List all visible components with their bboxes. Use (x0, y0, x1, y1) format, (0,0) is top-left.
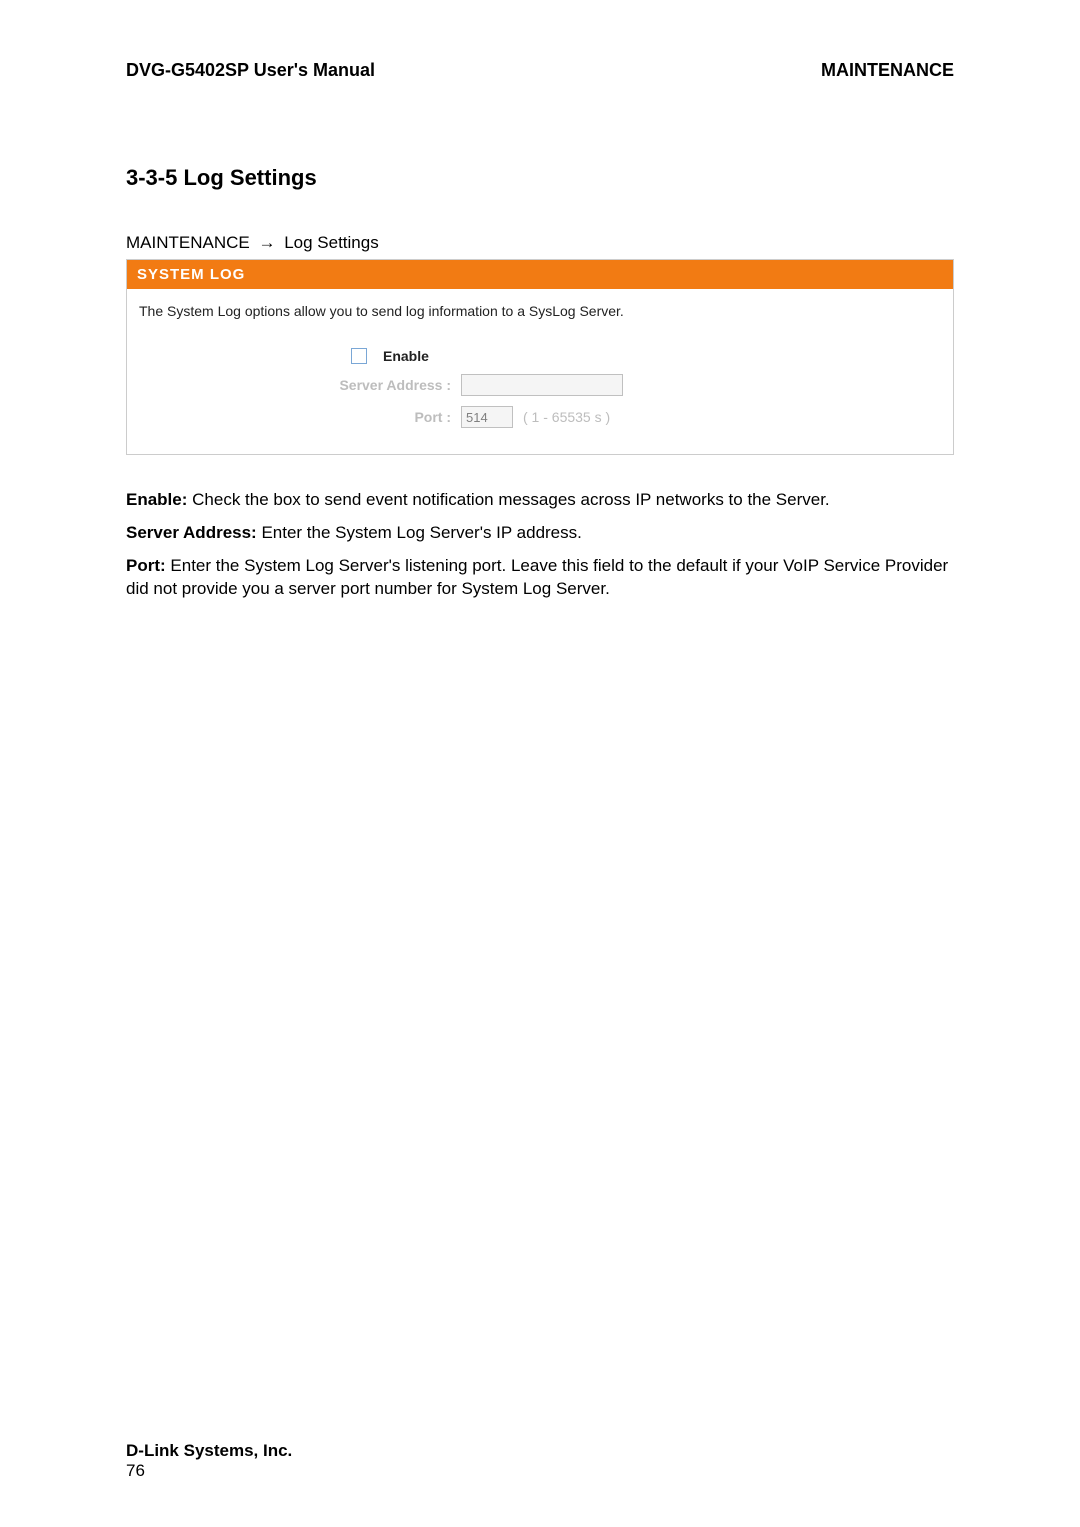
server-address-label: Server Address : (139, 377, 461, 393)
enable-label: Enable (377, 348, 439, 364)
explanations: Enable: Check the box to send event noti… (126, 489, 954, 601)
explain-server-text: Enter the System Log Server's IP address… (257, 523, 582, 542)
section-title: 3-3-5 Log Settings (126, 165, 954, 191)
page-header-row: DVG-G5402SP User's Manual MAINTENANCE (126, 60, 954, 81)
system-log-panel: SYSTEM LOG The System Log options allow … (126, 259, 954, 455)
port-range-hint: ( 1 - 65535 s ) (523, 409, 610, 425)
panel-description: The System Log options allow you to send… (139, 303, 941, 319)
explain-server: Server Address: Enter the System Log Ser… (126, 522, 954, 545)
breadcrumb-arrow-icon: → (254, 233, 279, 252)
row-enable: Enable (139, 347, 941, 364)
explain-server-label: Server Address: (126, 523, 257, 542)
explain-enable-text: Check the box to send event notification… (187, 490, 829, 509)
row-port: Port : ( 1 - 65535 s ) (139, 406, 941, 428)
explain-enable-label: Enable: (126, 490, 187, 509)
breadcrumb-current: Log Settings (284, 233, 379, 252)
explain-port-label: Port: (126, 556, 166, 575)
page-footer: D-Link Systems, Inc. 76 (126, 1441, 292, 1481)
manual-page: DVG-G5402SP User's Manual MAINTENANCE 3-… (0, 0, 1080, 1527)
port-input[interactable] (461, 406, 513, 428)
explain-enable: Enable: Check the box to send event noti… (126, 489, 954, 512)
port-label: Port : (139, 409, 461, 425)
explain-port-text: Enter the System Log Server's listening … (126, 556, 948, 598)
server-address-input[interactable] (461, 374, 623, 396)
explain-port: Port: Enter the System Log Server's list… (126, 555, 954, 601)
manual-title: DVG-G5402SP User's Manual (126, 60, 375, 81)
breadcrumb: MAINTENANCE → Log Settings (126, 233, 954, 253)
section-name-right: MAINTENANCE (821, 60, 954, 81)
row-server-address: Server Address : (139, 374, 941, 396)
breadcrumb-parent: MAINTENANCE (126, 233, 250, 252)
panel-body: The System Log options allow you to send… (127, 289, 953, 454)
panel-title: SYSTEM LOG (127, 260, 953, 289)
enable-checkbox[interactable] (351, 348, 367, 364)
footer-company: D-Link Systems, Inc. (126, 1441, 292, 1461)
footer-page-number: 76 (126, 1461, 292, 1481)
